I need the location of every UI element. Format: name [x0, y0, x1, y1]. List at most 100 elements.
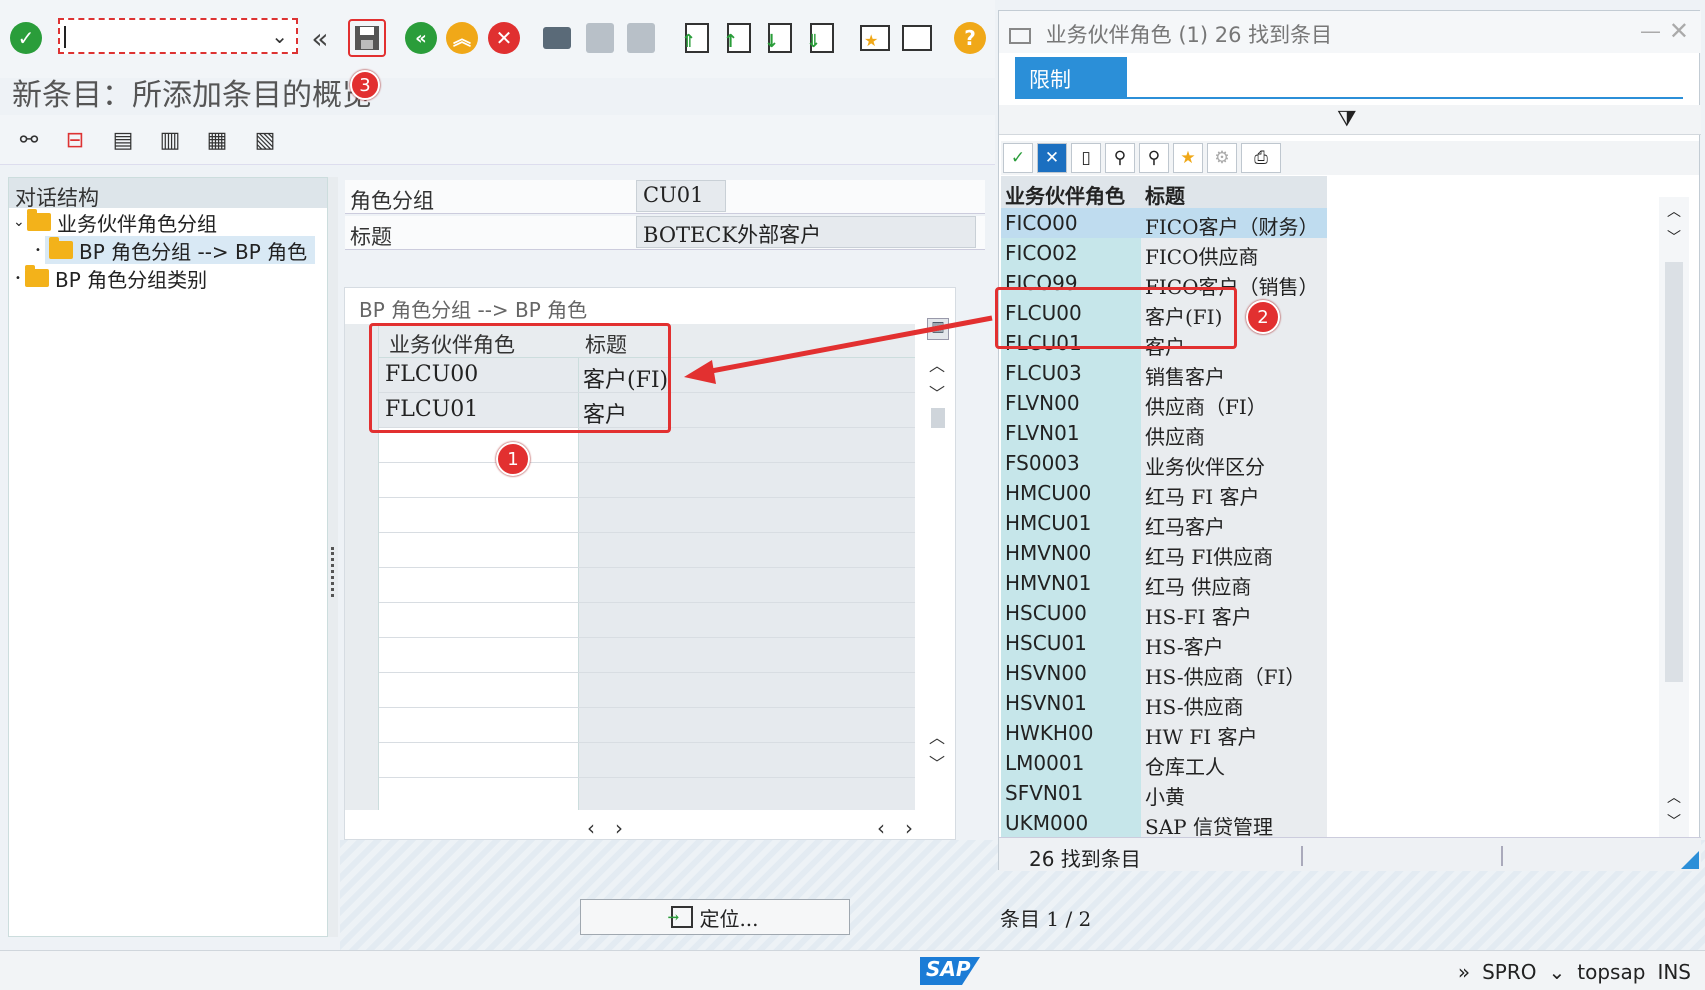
list-item[interactable]: FLCU03 销售客户 [1001, 358, 1327, 389]
role-cell[interactable] [379, 638, 579, 672]
role-cell[interactable] [379, 603, 579, 637]
list-item[interactable]: FLVN00 供应商（FI） [1001, 388, 1327, 419]
column-header-title[interactable]: 标题 [1145, 180, 1185, 209]
column-header-role[interactable]: 业务伙伴角色 [1005, 180, 1125, 209]
resize-corner-icon[interactable] [1681, 851, 1699, 869]
popup-new-button[interactable]: ▯ [1071, 143, 1101, 173]
scroll-right-icon[interactable]: › [905, 816, 913, 840]
print-button[interactable] [540, 21, 574, 55]
list-item[interactable]: HSCU01 HS-客户 [1001, 628, 1327, 659]
table-row[interactable] [379, 743, 915, 778]
table-row[interactable] [379, 533, 915, 568]
table-row[interactable] [379, 498, 915, 533]
chevron-up-icon[interactable]: ︿ [1667, 787, 1681, 807]
tree-node-role-group-category[interactable]: • BP 角色分组类别 [9, 264, 327, 292]
result-list-scrollbar[interactable]: ︿ ﹀ ︿ ﹀ [1659, 197, 1689, 837]
list-item[interactable]: FS0003 业务伙伴区分 [1001, 448, 1327, 479]
help-button[interactable]: ? [953, 21, 987, 55]
scroll-left-icon[interactable]: ‹ [877, 816, 885, 840]
list-item[interactable]: HMVN00 红马 FI供应商 [1001, 538, 1327, 569]
table-row[interactable] [379, 428, 915, 463]
previous-page-button[interactable]: ↑ [722, 21, 756, 55]
table-row[interactable] [379, 568, 915, 603]
command-field[interactable]: ⌄ [58, 18, 298, 54]
list-item[interactable]: LM0001 仓库工人 [1001, 748, 1327, 779]
popup-ok-button[interactable]: ✓ [1003, 143, 1033, 173]
column-config-icon[interactable]: ▥ [927, 318, 949, 340]
chevron-up-icon[interactable]: ︿ [1667, 201, 1681, 221]
filter-icon[interactable]: ⧩ [1337, 107, 1357, 132]
table-row[interactable] [379, 603, 915, 638]
role-cell[interactable] [379, 428, 579, 462]
role-cell[interactable] [379, 568, 579, 602]
chevron-up-icon[interactable]: ︿ [929, 724, 945, 748]
display-change-button[interactable]: ⚯ [14, 125, 44, 155]
table-row[interactable] [379, 638, 915, 673]
table-vertical-scrollbar[interactable]: ▥ ︿ ﹀ ︿ ﹀ [925, 318, 951, 810]
tree-node-role-group[interactable]: ⌄ 业务伙伴角色分组 [9, 208, 327, 236]
first-page-button[interactable]: ⇑ [680, 21, 714, 55]
chevron-down-icon[interactable]: ⌄ [1549, 960, 1566, 984]
chevron-down-icon[interactable]: ﹀ [929, 750, 945, 774]
delete-button[interactable]: ⊟ [60, 125, 90, 155]
role-cell[interactable] [379, 743, 579, 777]
exit-button[interactable]: ︽ [445, 21, 479, 55]
last-page-button[interactable]: ⇓ [805, 21, 839, 55]
title-field[interactable]: BOTECK外部客户 [636, 216, 976, 248]
popup-settings-button[interactable]: ⚙ [1207, 143, 1237, 173]
find-button[interactable] [583, 21, 617, 55]
chevron-up-icon[interactable]: ︿ [929, 352, 945, 376]
new-session-button[interactable]: ★ [858, 21, 892, 55]
tree-node-role-group-to-role[interactable]: • BP 角色分组 --> BP 角色 [9, 236, 327, 264]
scroll-left-icon[interactable]: ‹ [587, 816, 595, 840]
select-block-button[interactable]: ▥ [155, 125, 185, 155]
chevron-down-icon[interactable]: ⌄ [271, 24, 288, 48]
locate-button[interactable]: → 定位... [580, 899, 850, 935]
popup-print-button[interactable]: ⎙ [1241, 143, 1281, 173]
table-row[interactable] [379, 708, 915, 743]
chevron-down-icon[interactable]: ⌄ [13, 214, 27, 230]
find-next-button[interactable] [624, 21, 658, 55]
popup-cancel-button[interactable]: ✕ [1037, 143, 1067, 173]
list-item[interactable]: HMCU01 红马客户 [1001, 508, 1327, 539]
list-item[interactable]: FICO02 FICO供应商 [1001, 238, 1327, 269]
collapse-toolbar-button[interactable]: « [303, 21, 337, 55]
scroll-right-icon[interactable]: › [615, 816, 623, 840]
list-item[interactable]: FICO00 FICO客户（财务） [1001, 208, 1327, 239]
select-all-button[interactable]: ▤ [108, 125, 138, 155]
list-item[interactable]: FLVN01 供应商 [1001, 418, 1327, 449]
role-cell[interactable] [379, 463, 579, 497]
list-item[interactable]: HSVN00 HS-供应商（FI） [1001, 658, 1327, 689]
table-row[interactable] [379, 778, 915, 810]
role-cell[interactable] [379, 778, 579, 810]
close-icon[interactable]: ✕ [1669, 17, 1689, 45]
next-page-button[interactable]: ↓ [763, 21, 797, 55]
minimize-icon[interactable]: — [1640, 19, 1661, 43]
list-item[interactable]: HMCU00 红马 FI 客户 [1001, 478, 1327, 509]
tab-restrictions[interactable]: 限制 [1015, 57, 1127, 97]
popup-find-next-button[interactable]: ⚲ [1139, 143, 1169, 173]
list-item[interactable]: HSCU00 HS-FI 客户 [1001, 598, 1327, 629]
role-cell[interactable] [379, 533, 579, 567]
back-button[interactable]: « [404, 21, 438, 55]
list-item[interactable]: UKM000 SAP 信贷管理 [1001, 808, 1327, 839]
chevron-down-icon[interactable]: ﹀ [1667, 227, 1681, 247]
popup-favorite-button[interactable]: ★ [1173, 143, 1203, 173]
scroll-thumb[interactable] [931, 408, 945, 428]
table-row[interactable] [379, 463, 915, 498]
list-item[interactable]: HWKH00 HW FI 客户 [1001, 718, 1327, 749]
list-item[interactable]: HMVN01 红马 供应商 [1001, 568, 1327, 599]
list-item[interactable]: HSVN01 HS-供应商 [1001, 688, 1327, 719]
change-log-button[interactable]: ▧ [250, 125, 280, 155]
panel-splitter[interactable] [328, 177, 338, 937]
cancel-button[interactable]: ✕ [487, 21, 521, 55]
role-cell[interactable] [379, 673, 579, 707]
shortcut-button[interactable] [900, 21, 934, 55]
enter-button[interactable]: ✓ [9, 21, 43, 55]
table-row[interactable] [379, 673, 915, 708]
chevron-down-icon[interactable]: ﹀ [1667, 811, 1681, 831]
role-group-field[interactable]: CU01 [636, 180, 726, 212]
scroll-thumb[interactable] [1665, 262, 1683, 682]
role-cell[interactable] [379, 708, 579, 742]
role-cell[interactable] [379, 498, 579, 532]
